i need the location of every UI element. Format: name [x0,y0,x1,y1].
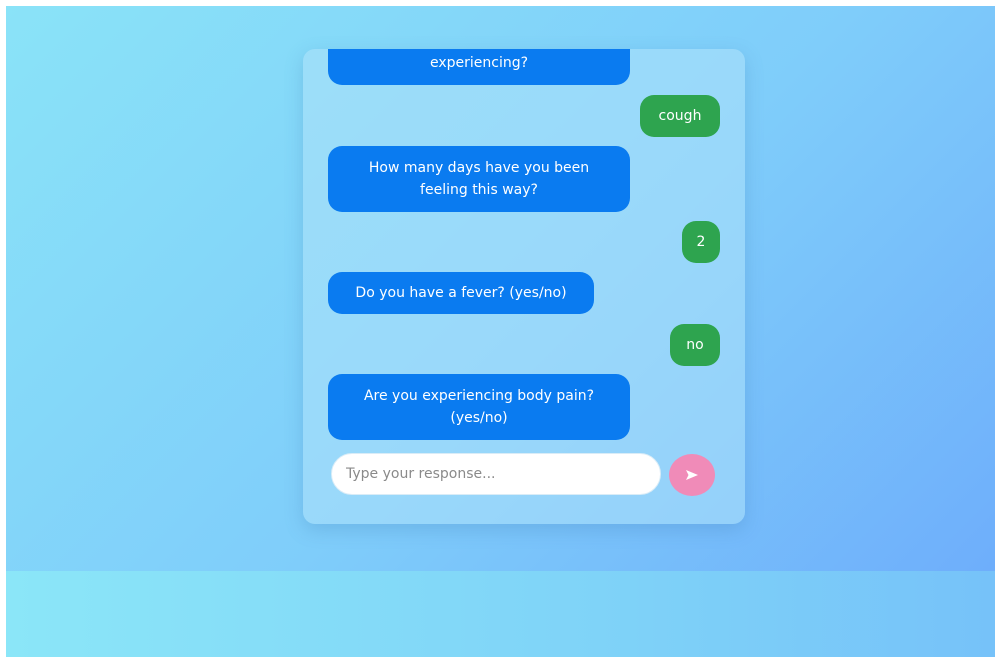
send-icon [686,470,698,480]
bot-message-text: experiencing? [429,55,529,71]
message-list[interactable]: experiencing? cough How many days have y… [303,49,745,447]
send-button[interactable] [669,454,715,496]
bot-message-text: Are you experiencing body pain? (yes/no) [363,388,595,426]
user-message: cough [640,95,720,137]
user-message-text: no [686,337,704,353]
response-input[interactable] [331,453,661,495]
bot-message-text: How many days have you been feeling this… [368,160,590,198]
user-message: 2 [682,221,720,263]
user-message-text: cough [658,108,702,124]
chat-window: experiencing? cough How many days have y… [303,49,745,524]
bot-message: Are you experiencing body pain? (yes/no) [328,374,630,440]
message-input-row [331,453,723,497]
user-message: no [670,324,720,366]
bot-message-text: Do you have a fever? (yes/no) [355,285,567,301]
user-message-text: 2 [696,234,706,250]
footer-background [6,571,995,657]
page-frame: experiencing? cough How many days have y… [0,0,1001,657]
bot-message: How many days have you been feeling this… [328,146,630,212]
bot-message: experiencing? [328,49,630,85]
bot-message: Do you have a fever? (yes/no) [328,272,594,314]
